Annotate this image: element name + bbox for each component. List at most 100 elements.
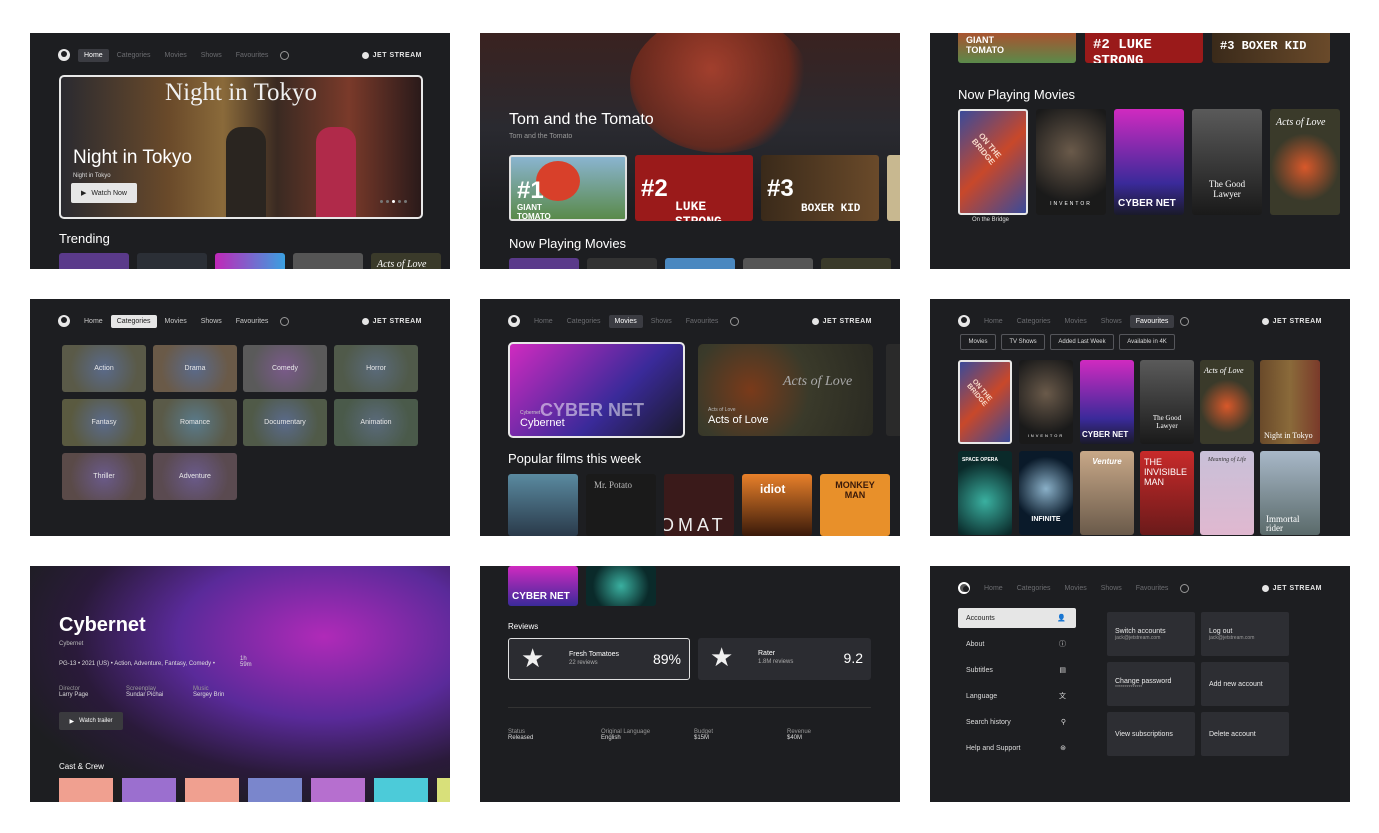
log-out-card[interactable]: Log out jack@jetstream.com bbox=[1201, 612, 1289, 656]
nav-home[interactable]: Home bbox=[978, 582, 1009, 595]
ranked-tile-3[interactable]: #3 BOXER KID bbox=[761, 155, 879, 221]
now-playing-poster[interactable] bbox=[587, 258, 657, 269]
favourite-poster[interactable]: The Good Lawyer bbox=[1140, 360, 1194, 444]
ranked-tile-3[interactable]: #3 BOXER KID bbox=[1212, 33, 1330, 63]
category-tile[interactable]: Documentary bbox=[243, 399, 327, 446]
watch-now-button[interactable]: ▶ Watch Now bbox=[71, 183, 137, 203]
poster-inventor[interactable]: INVENTOR bbox=[1036, 109, 1106, 215]
profile-avatar[interactable] bbox=[958, 582, 970, 594]
favourite-poster[interactable]: ON THE BRIDGE bbox=[958, 360, 1012, 444]
favourite-poster[interactable]: Venture bbox=[1080, 451, 1134, 535]
favourite-poster[interactable]: THE INVISIBLE MAN bbox=[1140, 451, 1194, 535]
nav-movies[interactable]: Movies bbox=[608, 314, 643, 328]
switch-accounts-card[interactable]: Switch accounts jack@jetstream.com bbox=[1107, 612, 1195, 656]
popular-poster[interactable]: MONKEY MAN bbox=[820, 474, 890, 536]
search-icon[interactable] bbox=[280, 316, 290, 326]
favourite-poster[interactable]: INVENTOR bbox=[1019, 360, 1073, 444]
nav-categories[interactable]: Categories bbox=[111, 49, 157, 62]
favourite-poster[interactable]: INFINITE bbox=[1019, 451, 1073, 535]
cast-card[interactable] bbox=[185, 778, 239, 802]
feature-card-cybernet[interactable]: CYBER NET Cybernet Cybernet bbox=[508, 342, 685, 438]
add-new-account-card[interactable]: Add new account bbox=[1201, 662, 1289, 706]
related-poster[interactable] bbox=[586, 566, 656, 606]
nav-categories[interactable]: Categories bbox=[1011, 315, 1057, 328]
filter-chip-added-last-week[interactable]: Added Last Week bbox=[1050, 334, 1114, 350]
delete-account-card[interactable]: Delete account bbox=[1201, 712, 1289, 756]
category-tile[interactable]: Romance bbox=[153, 399, 237, 446]
favourite-poster[interactable]: Meaning of Life bbox=[1200, 451, 1254, 535]
hero-banner[interactable]: Night in Tokyo Night in Tokyo Night in T… bbox=[59, 75, 423, 219]
category-tile[interactable]: Fantasy bbox=[62, 399, 146, 446]
ranked-tile-2[interactable]: #2 LUKE STRONG bbox=[1085, 33, 1203, 63]
favourite-poster[interactable]: Immortal rider bbox=[1260, 451, 1320, 535]
feature-card-acts-of-love[interactable]: Acts of Love Acts of Love Acts of Love bbox=[698, 344, 873, 436]
search-icon[interactable] bbox=[1180, 583, 1190, 593]
watch-trailer-button[interactable]: ▶ Watch trailer bbox=[59, 712, 123, 730]
nav-categories[interactable]: Categories bbox=[110, 314, 157, 328]
now-playing-poster[interactable] bbox=[821, 258, 891, 269]
category-tile[interactable]: Drama bbox=[153, 345, 237, 392]
category-tile[interactable]: Horror bbox=[334, 345, 418, 392]
settings-item-language[interactable]: Language 文 bbox=[958, 686, 1076, 706]
profile-avatar[interactable] bbox=[58, 49, 70, 61]
filter-chip-movies[interactable]: Movies bbox=[960, 334, 996, 350]
ranked-tile-1[interactable]: #1 GIANT TOMATO bbox=[509, 155, 627, 221]
nav-home[interactable]: Home bbox=[978, 315, 1009, 328]
search-icon[interactable] bbox=[730, 316, 740, 326]
now-playing-poster[interactable] bbox=[665, 258, 735, 269]
trending-poster[interactable]: Acts of Love bbox=[371, 253, 441, 269]
filter-chip-tv-shows[interactable]: TV Shows bbox=[1001, 334, 1045, 350]
search-icon[interactable] bbox=[1180, 316, 1190, 326]
nav-home[interactable]: Home bbox=[528, 315, 559, 328]
favourite-poster[interactable]: SPACE OPERA bbox=[958, 451, 1012, 535]
search-icon[interactable] bbox=[280, 50, 290, 60]
settings-item-search-history[interactable]: Search history ⚲ bbox=[958, 712, 1076, 732]
poster-acts-of-love[interactable]: Acts of Love bbox=[1270, 109, 1340, 215]
settings-item-subtitles[interactable]: Subtitles ▤ bbox=[958, 660, 1076, 680]
review-card-rater[interactable]: ★ Rater 1.8M reviews 9.2 bbox=[698, 638, 871, 680]
popular-poster[interactable]: Mr. Potato bbox=[586, 474, 656, 536]
trending-poster[interactable] bbox=[215, 253, 285, 269]
poster-the-good-lawyer[interactable]: The Good Lawyer bbox=[1192, 109, 1262, 215]
nav-movies[interactable]: Movies bbox=[159, 49, 193, 62]
nav-shows[interactable]: Shows bbox=[195, 49, 228, 62]
cast-card[interactable] bbox=[122, 778, 176, 802]
view-subscriptions-card[interactable]: View subscriptions bbox=[1107, 712, 1195, 756]
nav-home[interactable]: Home bbox=[78, 315, 109, 328]
favourite-poster[interactable]: CYBER NET bbox=[1080, 360, 1134, 444]
settings-item-help-support[interactable]: Help and Support ⊛ bbox=[958, 738, 1076, 758]
ranked-tile-1[interactable]: GIANT TOMATO bbox=[958, 33, 1076, 63]
ranked-tile-2[interactable]: #2 LUKE STRONG bbox=[635, 155, 753, 221]
cast-card[interactable] bbox=[311, 778, 365, 802]
nav-home[interactable]: Home bbox=[78, 48, 109, 62]
category-tile[interactable]: Action bbox=[62, 345, 146, 392]
nav-shows[interactable]: Shows bbox=[645, 315, 678, 328]
favourite-poster[interactable]: Acts of Love bbox=[1200, 360, 1254, 444]
category-tile[interactable]: Comedy bbox=[243, 345, 327, 392]
popular-poster[interactable]: OMAT bbox=[664, 474, 734, 536]
now-playing-poster[interactable] bbox=[743, 258, 813, 269]
carousel-dots[interactable] bbox=[380, 200, 407, 203]
nav-favourites[interactable]: Favourites bbox=[1129, 314, 1175, 328]
popular-poster[interactable] bbox=[508, 474, 578, 536]
cast-card[interactable] bbox=[248, 778, 302, 802]
related-poster[interactable]: CYBER NET bbox=[508, 566, 578, 606]
category-tile[interactable]: Thriller bbox=[62, 453, 146, 500]
change-password-card[interactable]: Change password ************** bbox=[1107, 662, 1195, 706]
settings-item-accounts[interactable]: Accounts 👤 bbox=[958, 608, 1076, 628]
nav-movies[interactable]: Movies bbox=[1059, 582, 1093, 595]
nav-favourites[interactable]: Favourites bbox=[230, 49, 275, 62]
nav-favourites[interactable]: Favourites bbox=[1130, 582, 1175, 595]
nav-movies[interactable]: Movies bbox=[159, 315, 193, 328]
profile-avatar[interactable] bbox=[508, 315, 520, 327]
popular-poster[interactable]: idiot bbox=[742, 474, 812, 536]
poster-on-the-bridge[interactable]: ON THE BRIDGE bbox=[958, 109, 1028, 215]
poster-cyber-net[interactable]: CYBER NET bbox=[1114, 109, 1184, 215]
profile-avatar[interactable] bbox=[58, 315, 70, 327]
now-playing-poster[interactable] bbox=[509, 258, 579, 269]
cast-card[interactable] bbox=[59, 778, 113, 802]
trending-poster[interactable] bbox=[137, 253, 207, 269]
nav-categories[interactable]: Categories bbox=[561, 315, 607, 328]
nav-categories[interactable]: Categories bbox=[1011, 582, 1057, 595]
nav-shows[interactable]: Shows bbox=[1095, 582, 1128, 595]
